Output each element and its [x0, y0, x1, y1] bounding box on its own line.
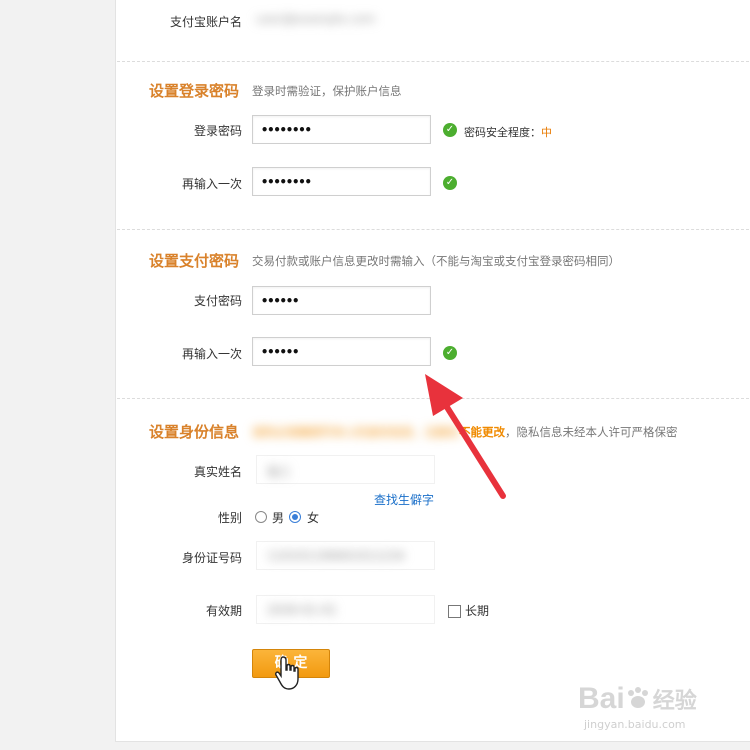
pay-confirm-mask: •••••• [261, 345, 299, 359]
id-number-input[interactable]: 110101199001011234 [256, 541, 435, 570]
gender-male-radio[interactable] [255, 511, 267, 523]
section-divider [117, 229, 749, 230]
pay-confirm-input[interactable]: •••••• [252, 337, 431, 366]
id-number-label: 身份证号码 [181, 551, 242, 565]
account-label: 支付宝账户名 [169, 15, 242, 29]
watermark-url: jingyan.baidu.com [584, 718, 686, 731]
login-confirm-label: 再输入一次 [181, 177, 242, 191]
account-value: user@example.com [256, 12, 376, 26]
annotation-arrow-icon [425, 374, 506, 499]
pay-confirm-label: 再输入一次 [181, 347, 242, 361]
hand-cursor-icon [275, 656, 299, 690]
pay-section-desc: 交易付款或账户信息更改时需输入（不能与淘宝或支付宝登录密码相同） [252, 254, 620, 268]
longterm-checkbox[interactable] [448, 605, 461, 618]
watermark-brand: Bai 经验 [578, 682, 697, 716]
pay-section-title: 设置支付密码 [149, 252, 240, 270]
real-name-label: 真实姓名 [193, 465, 242, 479]
check-icon: ✓ [443, 123, 457, 137]
pay-password-label: 支付密码 [193, 294, 242, 308]
gender-female-radio[interactable] [289, 511, 301, 523]
real-name-input[interactable]: 张三 [256, 455, 435, 484]
identity-desc-tail: ，隐私信息未经本人许可严格保密 [505, 425, 678, 439]
validity-value: 2030-01-01 [267, 603, 337, 617]
strength-label: 密码安全程度： [464, 126, 541, 139]
check-icon: ✓ [443, 176, 457, 190]
login-section-desc: 登录时需验证，保护账户信息 [252, 84, 402, 98]
validity-input[interactable]: 2030-01-01 [256, 595, 435, 624]
id-number-value: 110101199001011234 [267, 549, 405, 563]
gender-label: 性别 [217, 511, 242, 525]
pay-password-input[interactable]: •••••• [252, 286, 431, 315]
section-divider [117, 61, 749, 62]
password-strength: 密码安全程度：中 [464, 124, 552, 140]
login-password-input[interactable]: •••••••• [252, 115, 431, 144]
validity-label: 有效期 [205, 604, 242, 618]
login-password-mask: •••••••• [261, 123, 312, 137]
watermark-brand-text: Bai [578, 682, 625, 715]
login-confirm-input[interactable]: •••••••• [252, 167, 431, 196]
pay-password-mask: •••••• [261, 294, 299, 308]
login-password-label: 登录密码 [193, 124, 242, 138]
check-icon: ✓ [443, 346, 457, 360]
login-confirm-mask: •••••••• [261, 175, 312, 189]
identity-section-title: 设置身份信息 [149, 423, 240, 441]
real-name-value: 张三 [267, 465, 292, 479]
strength-value: 中 [541, 126, 552, 139]
gender-male-label: 男 [272, 511, 285, 525]
login-section-title: 设置登录密码 [149, 82, 240, 100]
paw-icon [625, 684, 651, 708]
watermark-brand2: 经验 [652, 688, 697, 713]
longterm-label: 长期 [465, 604, 490, 618]
gender-female-label: 女 [307, 511, 320, 525]
